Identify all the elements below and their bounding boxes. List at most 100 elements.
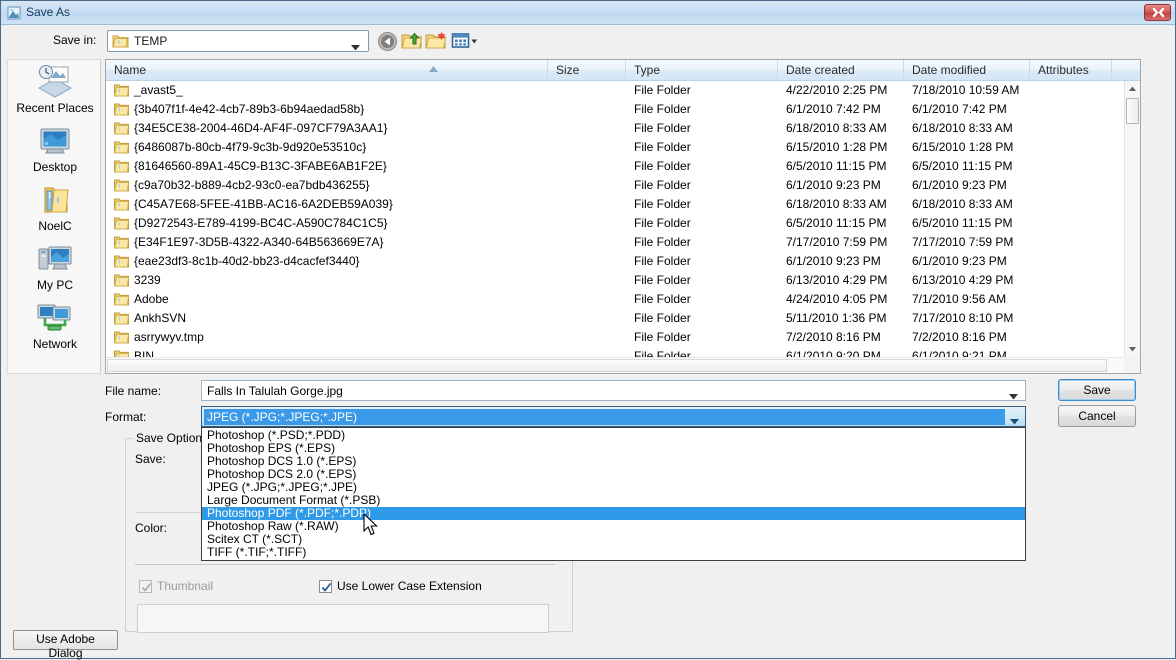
table-row[interactable]: {E34F1E97-3D5B-4322-A340-64B563669E7A} Fi…: [106, 233, 1124, 252]
new-folder-button[interactable]: [425, 31, 447, 52]
place-item-my-pc[interactable]: My PC: [8, 239, 102, 299]
cell-size: [556, 309, 624, 328]
filename-chevron-down-icon[interactable]: [1009, 389, 1018, 403]
folder-icon: [114, 103, 130, 119]
horizontal-scrollbar[interactable]: [106, 357, 1124, 373]
cell-attributes: [1038, 252, 1110, 271]
cell-attributes: [1038, 81, 1110, 100]
format-option-7[interactable]: Photoshop Raw (*.RAW): [202, 520, 1025, 533]
file-rows[interactable]: _avast5_ File Folder 4/22/2010 2:25 PM 7/18…: [106, 81, 1124, 357]
cell-modified: 6/1/2010 7:42 PM: [912, 102, 1007, 116]
place-item-network[interactable]: Network: [8, 298, 102, 358]
use-adobe-dialog-button[interactable]: Use Adobe Dialog: [13, 630, 118, 660]
chevron-down-icon[interactable]: [351, 40, 360, 54]
views-button[interactable]: [451, 31, 479, 52]
chevron-down-icon[interactable]: [1010, 414, 1019, 428]
table-row[interactable]: 3239 File Folder 6/13/2010 4:29 PM 6/13/201…: [106, 271, 1124, 290]
cell-attributes: [1038, 214, 1110, 233]
cancel-button[interactable]: Cancel: [1058, 405, 1136, 427]
column-header-created[interactable]: Date created: [778, 60, 904, 80]
table-row[interactable]: {3b407f1f-4e42-4cb7-89b3-6b94aedad58b} Fi…: [106, 100, 1124, 119]
table-row[interactable]: {eae23df3-8c1b-40d2-bb23-d4cacfef3440} Fi…: [106, 252, 1124, 271]
cell-attributes: [1038, 138, 1110, 157]
table-row[interactable]: asrrywyv.tmp File Folder 7/2/2010 8:16 PM 7…: [106, 328, 1124, 347]
cell-type: File Folder: [634, 292, 691, 306]
column-header-name[interactable]: Name: [106, 60, 548, 80]
save-section-label: Save:: [135, 452, 166, 466]
scroll-down-button[interactable]: [1125, 341, 1140, 357]
place-item-recent-places[interactable]: Recent Places: [8, 62, 102, 122]
preview-box: [137, 604, 549, 633]
table-row[interactable]: Adobe File Folder 4/24/2010 4:05 PM 7/1/201…: [106, 290, 1124, 309]
close-icon[interactable]: [1144, 4, 1171, 21]
table-row[interactable]: {C45A7E68-5FEE-41BB-AC16-6A2DEB59A039} Fi…: [106, 195, 1124, 214]
folder-icon: [114, 217, 130, 233]
cell-created: 4/22/2010 2:25 PM: [786, 83, 888, 97]
file-name-text: {C45A7E68-5FEE-41BB-AC16-6A2DEB59A039}: [134, 197, 393, 211]
cell-attributes: [1038, 233, 1110, 252]
cell-type: File Folder: [634, 197, 691, 211]
vertical-scroll-thumb[interactable]: [1126, 98, 1139, 124]
format-selected-value: JPEG (*.JPG;*.JPEG;*.JPE): [204, 409, 1005, 425]
thumbnail-checkbox[interactable]: [139, 580, 152, 593]
folder-icon: [114, 236, 130, 252]
cell-attributes: [1038, 100, 1110, 119]
cell-attributes: [1038, 309, 1110, 328]
cell-size: [556, 347, 624, 357]
cell-type: File Folder: [634, 330, 691, 344]
user-folder-icon: [35, 182, 75, 218]
horizontal-scroll-thumb[interactable]: [107, 359, 1107, 372]
folder-icon: [114, 274, 130, 290]
cell-type: File Folder: [634, 349, 691, 357]
file-name-input[interactable]: [201, 380, 1026, 401]
file-name-text: 3239: [134, 273, 161, 287]
table-row[interactable]: _avast5_ File Folder 4/22/2010 2:25 PM 7/18…: [106, 81, 1124, 100]
format-option-9[interactable]: TIFF (*.TIF;*.TIFF): [202, 546, 1025, 559]
vertical-scrollbar[interactable]: [1124, 81, 1140, 357]
lowercase-extension-checkbox[interactable]: [319, 580, 332, 593]
table-row[interactable]: {34E5CE38-2004-46D4-AF4F-097CF79A3AA1} Fi…: [106, 119, 1124, 138]
cell-modified: 6/18/2010 8:33 AM: [912, 197, 1013, 211]
folder-icon: [114, 122, 130, 138]
table-row[interactable]: BIN File Folder 6/1/2010 9:20 PM 6/1/2010 9…: [106, 347, 1124, 357]
table-row[interactable]: {D9272543-E789-4199-BC4C-A590C784C1C5} Fi…: [106, 214, 1124, 233]
table-row[interactable]: {c9a70b32-b889-4cb2-93c0-ea7bdb436255} Fi…: [106, 176, 1124, 195]
place-item-label: My PC: [37, 278, 73, 292]
table-row[interactable]: {6486087b-80cb-4f79-9c3b-9d920e53510c} Fi…: [106, 138, 1124, 157]
save-button[interactable]: Save: [1058, 379, 1136, 401]
folder-icon: [114, 141, 130, 157]
column-header-type[interactable]: Type: [626, 60, 778, 80]
up-folder-button[interactable]: [401, 31, 423, 52]
cell-attributes: [1038, 290, 1110, 309]
place-item-noelc[interactable]: NoelC: [8, 180, 102, 240]
cell-type: File Folder: [634, 216, 691, 230]
cell-modified: 6/5/2010 11:15 PM: [912, 216, 1013, 230]
format-combobox[interactable]: JPEG (*.JPG;*.JPEG;*.JPE): [201, 406, 1026, 427]
column-header-size[interactable]: Size: [548, 60, 626, 80]
lowercase-extension-label: Use Lower Case Extension: [337, 579, 482, 593]
back-button[interactable]: [377, 31, 399, 52]
format-option-8[interactable]: Scitex CT (*.SCT): [202, 533, 1025, 546]
cell-modified: 7/17/2010 8:10 PM: [912, 311, 1014, 325]
cell-name: Adobe: [114, 290, 546, 309]
color-section-label: Color:: [135, 521, 168, 535]
cell-type: File Folder: [634, 83, 691, 97]
cell-name: asrrywyv.tmp: [114, 328, 546, 347]
format-dropdown-list[interactable]: Photoshop (*.PSD;*.PDD) Photoshop EPS (*.…: [201, 427, 1026, 561]
cell-created: 7/2/2010 8:16 PM: [786, 330, 881, 344]
save-as-dialog: Save As Save in: TEMP Recent Places Desk…: [0, 0, 1176, 660]
column-header-modified[interactable]: Date modified: [904, 60, 1030, 80]
folder-icon: [114, 160, 130, 176]
scroll-up-button[interactable]: [1125, 81, 1140, 97]
file-name-label: File name:: [105, 384, 162, 398]
table-row[interactable]: {81646560-89A1-45C9-B13C-3FABE6AB1F2E} Fi…: [106, 157, 1124, 176]
save-in-combobox[interactable]: TEMP: [107, 30, 369, 52]
table-row[interactable]: AnkhSVN File Folder 5/11/2010 1:36 PM 7/17/…: [106, 309, 1124, 328]
cell-name: {C45A7E68-5FEE-41BB-AC16-6A2DEB59A039}: [114, 195, 546, 214]
save-in-value: TEMP: [134, 34, 168, 48]
cell-modified: 7/17/2010 7:59 PM: [912, 235, 1014, 249]
cell-size: [556, 271, 624, 290]
cell-created: 6/1/2010 7:42 PM: [786, 102, 881, 116]
place-item-desktop[interactable]: Desktop: [8, 121, 102, 181]
column-header-attributes[interactable]: Attributes: [1030, 60, 1112, 80]
